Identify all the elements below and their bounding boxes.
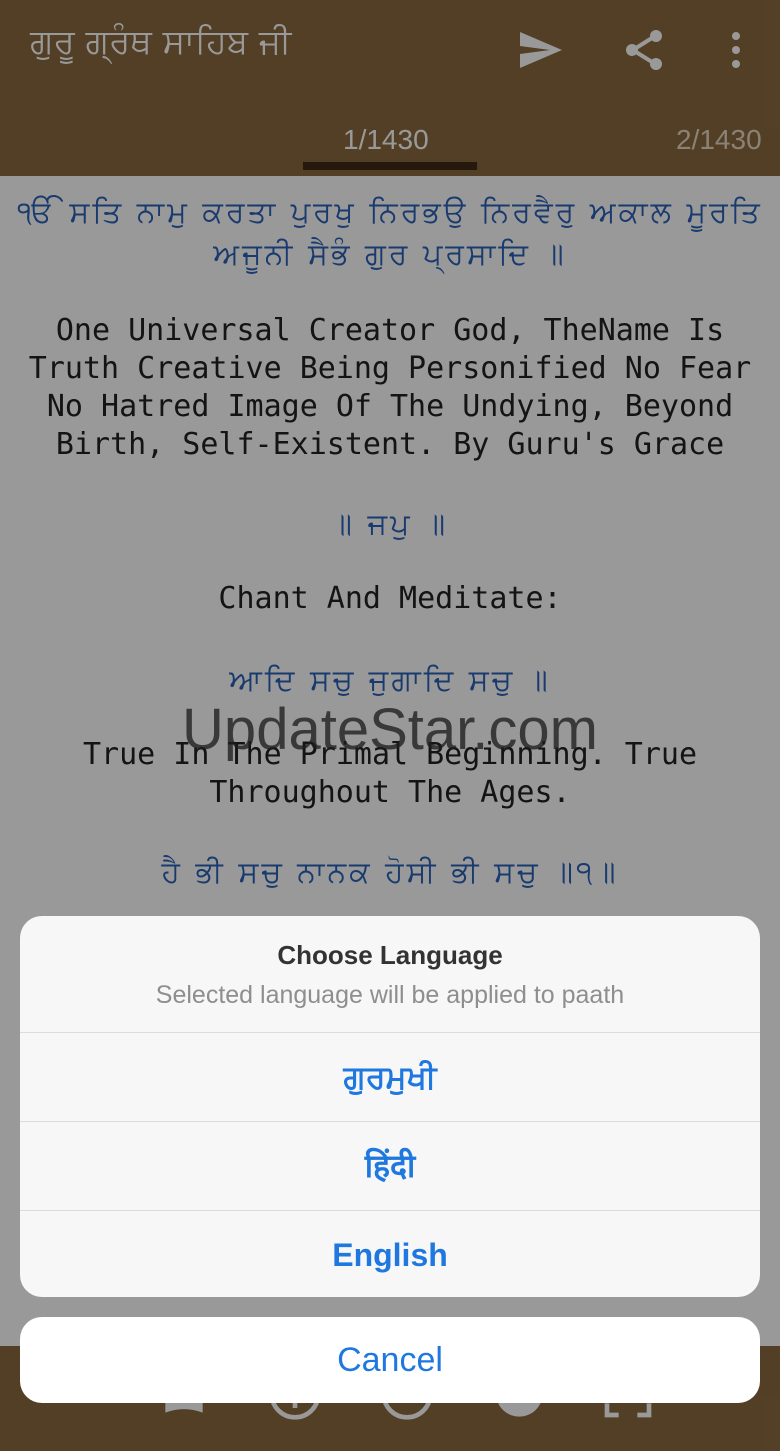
option-gurmukhi[interactable]: ਗੁਰਮੁਖੀ <box>20 1033 760 1122</box>
sheet-header: Choose Language Selected language will b… <box>20 916 760 1033</box>
watermark: UpdateStar.com <box>182 697 598 762</box>
cancel-button[interactable]: Cancel <box>20 1317 760 1403</box>
option-english[interactable]: English <box>20 1211 760 1297</box>
option-hindi[interactable]: हिंदी <box>20 1122 760 1211</box>
dialog-title: Choose Language <box>277 940 503 970</box>
dialog-subtitle: Selected language will be applied to paa… <box>155 981 625 1009</box>
language-action-sheet: Choose Language Selected language will b… <box>20 916 760 1297</box>
